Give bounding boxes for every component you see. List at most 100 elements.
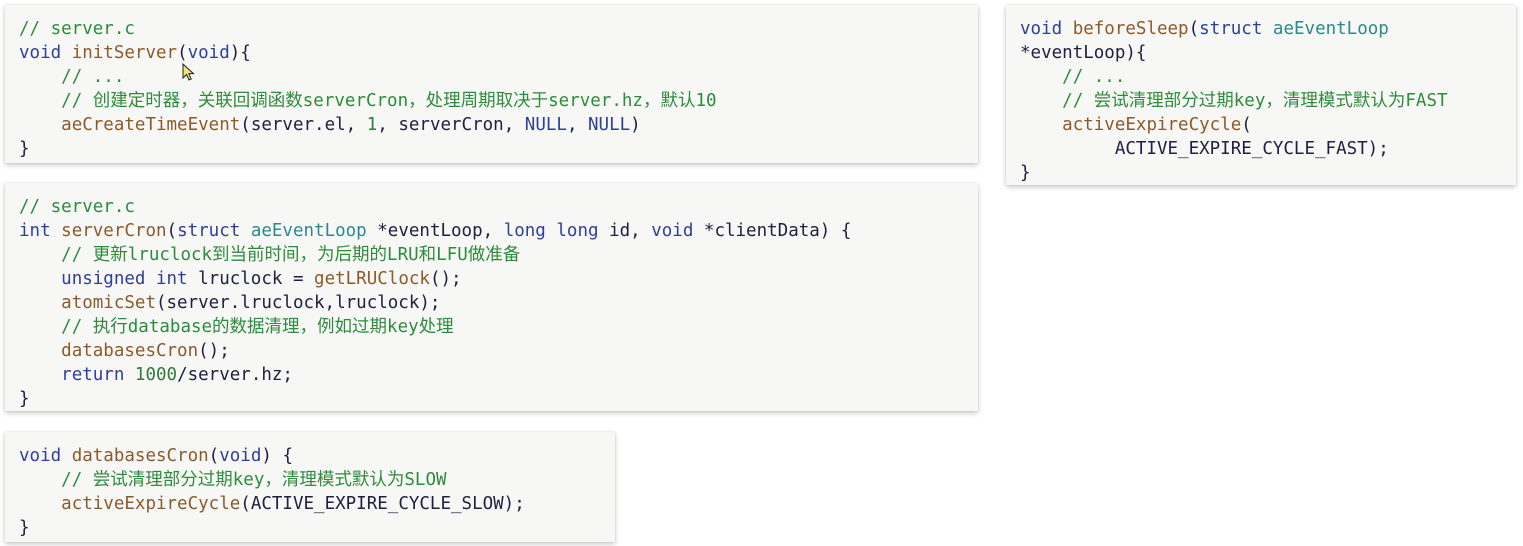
function-name: atomicSet bbox=[61, 293, 156, 313]
comment: // ... bbox=[1062, 67, 1126, 87]
code-line: // 尝试清理部分过期key，清理模式默认为FAST bbox=[1020, 89, 1502, 113]
code-text-token: ( bbox=[166, 221, 178, 241]
code-text-token: } bbox=[19, 139, 30, 159]
code-line: unsigned int lruclock = getLRUClock(); bbox=[19, 267, 964, 291]
struct-type: aeEventLoop bbox=[250, 221, 367, 241]
code-line: // 执行database的数据清理，例如过期key处理 bbox=[19, 315, 964, 339]
code-line: databasesCron(); bbox=[19, 339, 964, 363]
code-text-token: *eventLoop, bbox=[366, 221, 504, 241]
keyword: void bbox=[219, 446, 262, 466]
code-line: } bbox=[19, 387, 964, 411]
code-line: // ... bbox=[19, 65, 964, 89]
comment: // 尝试清理部分过期key，清理模式默认为SLOW bbox=[61, 470, 447, 490]
code-text-token: *eventLoop){ bbox=[1020, 43, 1147, 63]
code-line: } bbox=[1020, 161, 1502, 185]
keyword: struct bbox=[1199, 19, 1263, 39]
function-name: databasesCron bbox=[61, 341, 199, 361]
comment: // 创建定时器，关联回调函数serverCron，处理周期取决于server.… bbox=[61, 91, 717, 111]
constant: NULL bbox=[588, 115, 631, 135]
code-text-token: ) bbox=[630, 115, 641, 135]
code-line: // server.c bbox=[19, 17, 964, 41]
code-text: void beforeSleep(struct aeEventLoop *even… bbox=[1020, 17, 1502, 185]
code-text-token: (server.lruclock,lruclock); bbox=[155, 293, 441, 313]
keyword: int bbox=[19, 221, 51, 241]
code-text-token: ) { bbox=[261, 446, 293, 466]
code-line: atomicSet(server.lruclock,lruclock); bbox=[19, 291, 964, 315]
function-name: activeExpireCycle bbox=[61, 494, 241, 514]
keyword: void bbox=[187, 43, 230, 63]
code-text-token: /server.hz; bbox=[177, 365, 293, 385]
code-text: // server.c void initServer(void){ // ...… bbox=[19, 17, 964, 161]
code-line: // server.c bbox=[19, 195, 964, 219]
keyword: void bbox=[19, 43, 62, 63]
function-name: activeExpireCycle bbox=[1062, 115, 1242, 135]
code-line: } bbox=[19, 516, 601, 540]
code-line: // 更新lruclock到当前时间，为后期的LRU和LFU做准备 bbox=[19, 243, 964, 267]
code-line: void databasesCron(void) { bbox=[19, 444, 601, 468]
code-line: ACTIVE_EXPIRE_CYCLE_FAST); bbox=[1020, 137, 1502, 161]
mouse-pointer-icon bbox=[182, 63, 195, 81]
code-line: return 1000/server.hz; bbox=[19, 363, 964, 387]
code-line: activeExpireCycle(ACTIVE_EXPIRE_CYCLE_SL… bbox=[19, 492, 601, 516]
code-text: // server.c int serverCron(struct aeEvent… bbox=[19, 195, 964, 411]
code-line: aeCreateTimeEvent(server.el, 1, serverCr… bbox=[19, 113, 964, 137]
function-name: initServer bbox=[71, 43, 178, 63]
comment: // ... bbox=[61, 67, 125, 87]
code-text-token: ( bbox=[177, 43, 188, 63]
function-name: getLRUClock bbox=[314, 269, 430, 289]
number-literal: 1 bbox=[366, 115, 378, 135]
comment: // server.c bbox=[19, 197, 135, 217]
code-text: void databasesCron(void) { // 尝试清理部分过期ke… bbox=[19, 444, 601, 540]
code-text-token: } bbox=[19, 518, 30, 538]
function-name: databasesCron bbox=[71, 446, 209, 466]
comment: // 执行database的数据清理，例如过期key处理 bbox=[61, 317, 454, 337]
code-line: *eventLoop){ bbox=[1020, 41, 1502, 65]
code-text-token: , serverCron, bbox=[377, 115, 525, 135]
code-text-token: ACTIVE_EXPIRE_CYCLE_FAST); bbox=[1020, 139, 1389, 159]
number-literal: 1000 bbox=[134, 365, 178, 385]
code-text-token: (); bbox=[429, 269, 462, 289]
code-text-token: ( bbox=[1188, 19, 1200, 39]
code-text-token: , bbox=[566, 115, 589, 135]
struct-type: aeEventLoop bbox=[1272, 19, 1389, 39]
comment: // 尝试清理部分过期key，清理模式默认为FAST bbox=[1062, 91, 1448, 111]
function-name: serverCron bbox=[61, 221, 167, 241]
function-name: beforeSleep bbox=[1072, 19, 1189, 39]
code-line: // ... bbox=[1020, 65, 1502, 89]
code-line: // 尝试清理部分过期key，清理模式默认为SLOW bbox=[19, 468, 601, 492]
code-text-token: } bbox=[19, 389, 30, 409]
code-text-token: lruclock = bbox=[187, 269, 315, 289]
code-text-token: (server.el, bbox=[240, 115, 367, 135]
code-line: // 创建定时器，关联回调函数serverCron，处理周期取决于server.… bbox=[19, 89, 964, 113]
code-text-token: ( bbox=[208, 446, 220, 466]
constant: NULL bbox=[524, 115, 567, 135]
function-name: aeCreateTimeEvent bbox=[61, 115, 241, 135]
keyword: struct bbox=[177, 221, 241, 241]
code-block-beforesleep: void beforeSleep(struct aeEventLoop *even… bbox=[1006, 5, 1516, 185]
code-block-databasescron: void databasesCron(void) { // 尝试清理部分过期ke… bbox=[5, 432, 615, 542]
code-line: int serverCron(struct aeEventLoop *event… bbox=[19, 219, 964, 243]
code-line: activeExpireCycle( bbox=[1020, 113, 1502, 137]
code-line: void initServer(void){ bbox=[19, 41, 964, 65]
code-text-token: *clientData) { bbox=[693, 221, 852, 241]
keyword: void bbox=[1020, 19, 1063, 39]
code-line: } bbox=[19, 137, 964, 161]
keyword: return bbox=[61, 365, 125, 385]
keyword: long long bbox=[503, 221, 599, 241]
